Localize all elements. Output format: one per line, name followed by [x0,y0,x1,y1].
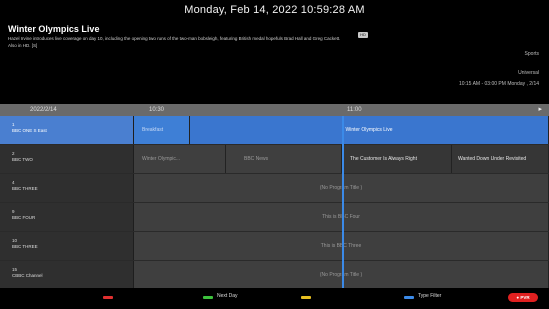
channel-name: BBC THREE [12,244,38,249]
channel-row[interactable]: 10 BBC THREE This is BBC Three [0,232,549,260]
channel-name: BBC FOUR [12,215,36,220]
hd-badge: HD [358,32,368,38]
timeline-bar: 2022/2/14 10:30 11:00 ▸ [0,104,549,116]
blue-key-label: Type Filter [418,293,442,299]
green-key-label: Next Day [217,293,238,299]
channel-cell[interactable]: 2 BBC TWO [0,145,134,173]
channel-row[interactable]: 15 CBBC Channel (No Program Title ) [0,261,549,289]
channel-row[interactable]: 1 BBC ONE S East Breakfast Winter Olympi… [0,116,549,144]
pvr-button[interactable]: ● PVR [508,293,538,302]
clock: Monday, Feb 14, 2022 10:59:28 AM [184,4,365,16]
channel-cell[interactable]: 9 BBC FOUR [0,203,134,231]
timeline-time-2: 11:00 [347,107,362,113]
channel-row[interactable]: 9 BBC FOUR This is BBC Four [0,203,549,231]
blue-key-icon[interactable] [404,296,414,299]
program-cell[interactable]: The Customer Is Always Right [342,145,452,173]
channel-name: BBC TWO [12,157,33,162]
yellow-key-icon[interactable] [301,296,311,299]
program-cell[interactable]: Winter Olympic... [134,145,226,173]
channel-cell[interactable]: 10 BBC THREE [0,232,134,260]
program-cell[interactable]: BBC News [226,145,342,173]
program-title: Winter Olympics Live [8,24,100,34]
channel-name: BBC ONE S East [12,128,47,133]
program-cell-selected[interactable]: Winter Olympics Live [190,116,549,144]
program-channel: Universal [518,70,539,76]
program-cell[interactable]: Wanted Down Under Revisited [452,145,549,173]
channel-cell[interactable]: 4 BBC THREE [0,174,134,202]
current-time-indicator [342,116,344,288]
green-key-icon[interactable] [203,296,213,299]
timeline-time-1: 10:30 [149,107,165,113]
channel-row[interactable]: 2 BBC TWO Winter Olympic... BBC News The… [0,145,549,173]
program-time-range: 10:15 AM - 03:00 PM Monday , 2/14 [458,81,539,87]
timeline-date: 2022/2/14 [30,107,57,113]
channel-cell[interactable]: 1 BBC ONE S East [0,116,134,144]
scroll-right-icon[interactable]: ▸ [538,104,542,116]
channel-cell[interactable]: 15 CBBC Channel [0,261,134,289]
program-cell[interactable]: Breakfast [134,116,190,144]
channel-name: BBC THREE [12,186,38,191]
color-key-legend: Next Day Type Filter ● PVR [0,288,549,309]
channel-row[interactable]: 4 BBC THREE (No Program Title ) [0,174,549,202]
red-key-icon[interactable] [103,296,113,299]
channel-name: CBBC Channel [12,273,43,278]
epg-grid: 1 BBC ONE S East Breakfast Winter Olympi… [0,116,549,289]
program-genre: Sports [524,51,539,57]
program-description: Hazel Irvine introduces live coverage on… [8,36,341,48]
